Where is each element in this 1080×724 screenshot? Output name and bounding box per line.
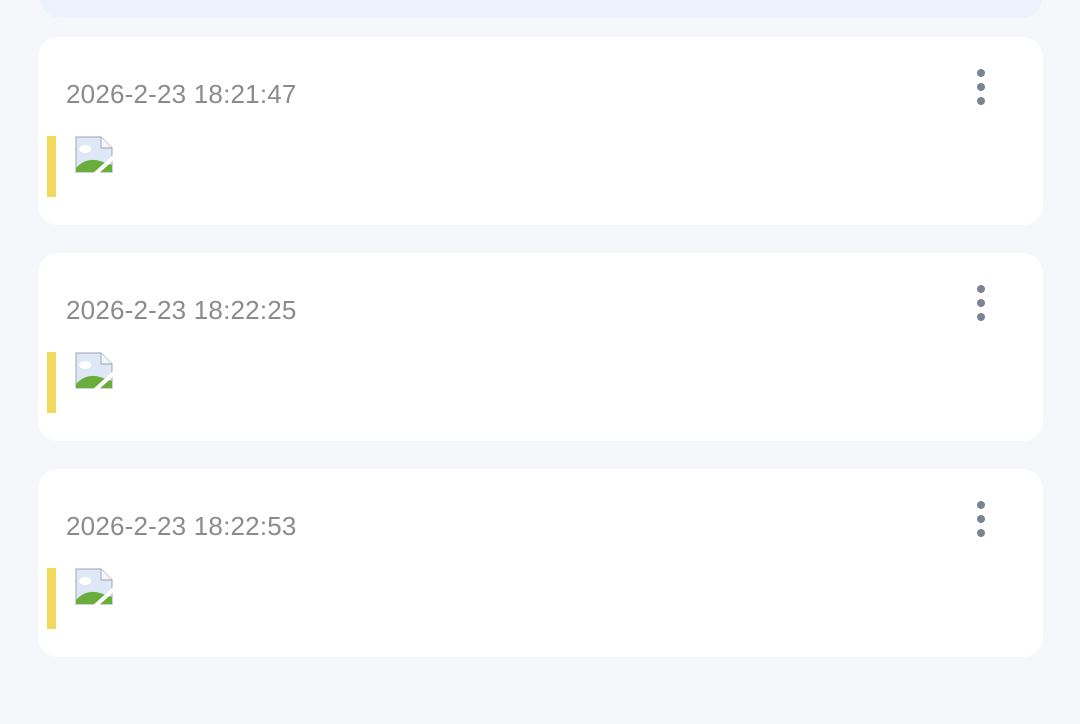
note-card[interactable]: 2026-2-23 18:21:47 — [38, 37, 1043, 225]
quote-accent-bar — [47, 136, 56, 197]
more-options-button[interactable] — [971, 501, 991, 541]
quote-accent-bar — [47, 568, 56, 629]
note-timestamp: 2026-2-23 18:22:25 — [66, 295, 297, 325]
quote-accent-bar — [47, 352, 56, 413]
more-dot — [977, 515, 985, 523]
more-options-button[interactable] — [971, 69, 991, 109]
note-card[interactable]: 2026-2-23 18:22:53 — [38, 469, 1043, 657]
broken-image-icon[interactable] — [74, 567, 114, 607]
more-options-button[interactable] — [971, 285, 991, 325]
more-dot — [977, 529, 985, 537]
more-vertical-icon — [977, 285, 985, 293]
note-timestamp: 2026-2-23 18:21:47 — [66, 79, 297, 109]
more-dot — [977, 313, 985, 321]
broken-image-icon[interactable] — [74, 135, 114, 175]
note-timestamp: 2026-2-23 18:22:53 — [66, 511, 297, 541]
more-dot — [977, 97, 985, 105]
more-dot — [977, 299, 985, 307]
previous-card-edge — [40, 0, 1042, 18]
more-vertical-icon — [977, 501, 985, 509]
note-card[interactable]: 2026-2-23 18:22:25 — [38, 253, 1043, 441]
broken-image-icon[interactable] — [74, 351, 114, 391]
more-vertical-icon — [977, 69, 985, 77]
more-dot — [977, 83, 985, 91]
